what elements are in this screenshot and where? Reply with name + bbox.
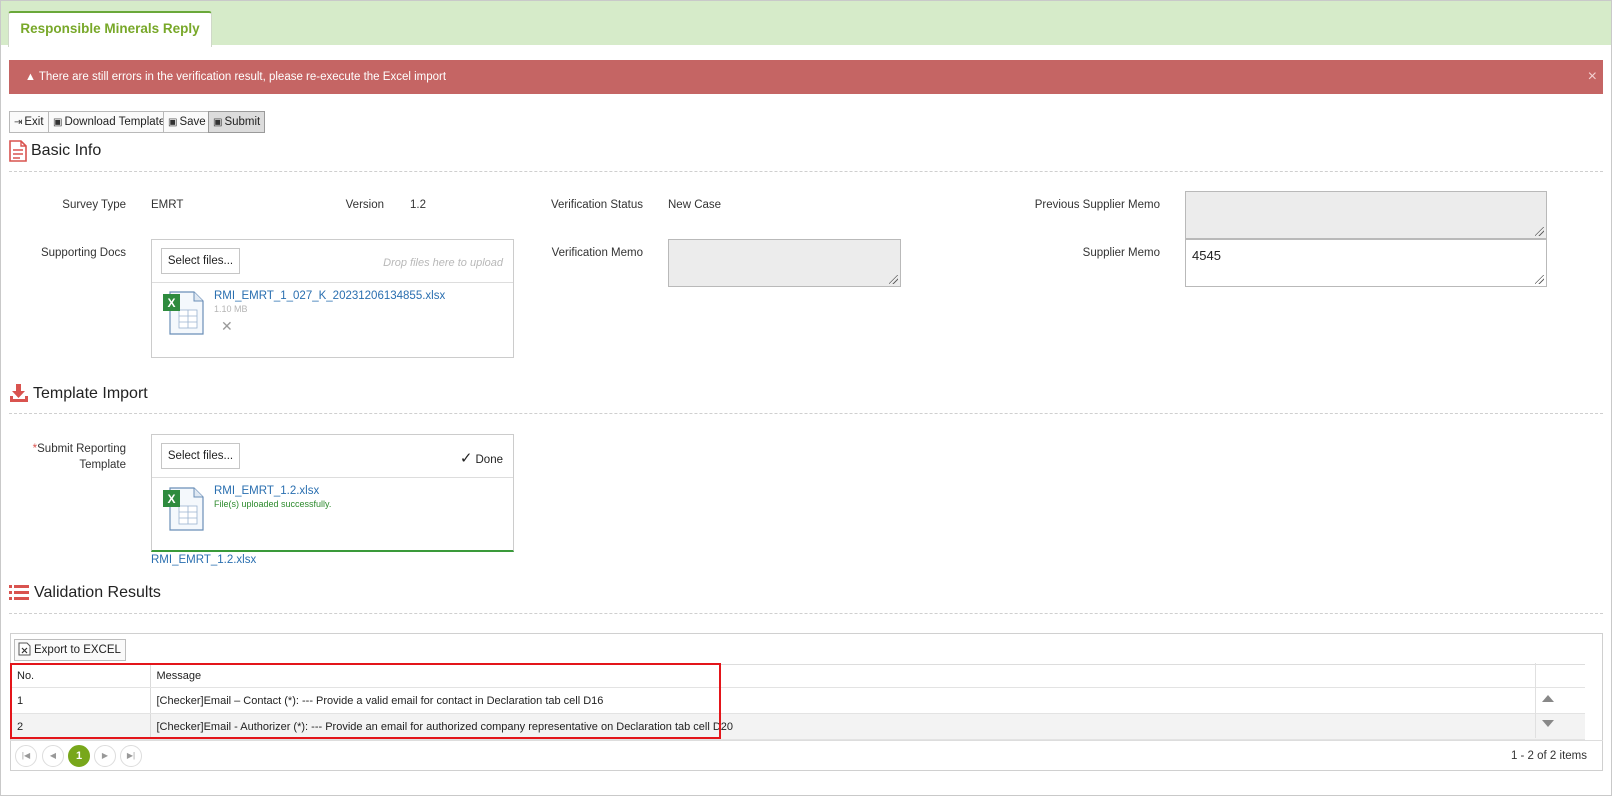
document-icon <box>9 140 27 162</box>
upload-header: Select files... Drop files here to uploa… <box>152 240 513 283</box>
verification-status-label: Verification Status <box>550 199 643 211</box>
upload-done-status: ✓ Done <box>460 449 503 467</box>
excel-file-icon: X <box>163 487 204 531</box>
submit-reporting-template-label: *Submit Reporting Template <box>20 441 126 473</box>
tab-responsible-minerals-reply[interactable]: Responsible Minerals Reply <box>8 11 212 47</box>
floppy-icon: ▣ <box>213 117 223 128</box>
submit-reporting-template-text: Submit Reporting Template <box>37 443 126 471</box>
scroll-down-icon[interactable] <box>1542 720 1554 727</box>
list-icon <box>9 585 29 600</box>
scroll-up-icon[interactable] <box>1542 695 1554 702</box>
supporting-docs-upload[interactable]: Select files... Drop files here to uploa… <box>151 239 514 358</box>
divider <box>9 613 1603 614</box>
basic-info-title: Basic Info <box>31 142 102 159</box>
supporting-docs-label: Supporting Docs <box>40 247 126 259</box>
checkmark-icon: ✓ <box>459 450 473 467</box>
upload-header: Select files... ✓ Done <box>152 435 513 478</box>
verification-memo-label: Verification Memo <box>551 247 643 259</box>
uploaded-template-link[interactable]: RMI_EMRT_1.2.xlsx <box>151 554 256 566</box>
floppy-icon: ▣ <box>168 117 178 128</box>
resize-grip-icon[interactable] <box>1535 275 1544 284</box>
survey-type-label: Survey Type <box>62 199 126 211</box>
supplier-memo-value: 4545 <box>1192 248 1221 263</box>
download-template-button[interactable]: ▣ Download Template <box>48 111 171 133</box>
validation-results-title: Validation Results <box>34 584 161 601</box>
select-files-button[interactable]: Select files... <box>161 443 240 469</box>
close-icon[interactable]: × <box>1588 60 1597 94</box>
divider <box>9 171 1603 172</box>
exit-button[interactable]: ⇥ Exit <box>9 111 49 133</box>
template-upload[interactable]: Select files... ✓ Done X RMI_EMRT_1.2.xls… <box>151 434 514 552</box>
version-value: 1.2 <box>410 199 426 211</box>
last-page-icon[interactable]: ▶| <box>120 745 142 767</box>
current-page-button[interactable]: 1 <box>68 745 90 767</box>
excel-export-icon <box>18 642 31 656</box>
resize-grip-icon[interactable] <box>1535 227 1544 236</box>
survey-type-value: EMRT <box>151 199 184 211</box>
alert-message: There are still errors in the verificati… <box>38 71 447 83</box>
export-to-excel-button[interactable]: Export to EXCEL <box>14 639 126 661</box>
svg-text:X: X <box>167 296 175 310</box>
supporting-file-link[interactable]: RMI_EMRT_1_027_K_20231206134855.xlsx <box>214 290 445 302</box>
previous-supplier-memo-label: Previous Supplier Memo <box>1034 199 1160 211</box>
divider <box>9 413 1603 414</box>
done-label: Done <box>475 454 504 466</box>
first-page-icon[interactable]: |◀ <box>15 745 37 767</box>
template-import-title: Template Import <box>33 385 148 402</box>
floppy-icon: ▣ <box>53 117 63 128</box>
exit-icon: ⇥ <box>14 117 23 128</box>
version-label: Version <box>345 199 384 211</box>
template-file-link[interactable]: RMI_EMRT_1.2.xlsx <box>214 485 319 497</box>
save-label: Save <box>179 116 206 128</box>
prev-page-icon[interactable]: ◀ <box>42 745 64 767</box>
exit-label: Exit <box>24 116 44 128</box>
tab-bar <box>1 1 1611 45</box>
verification-memo-field <box>668 239 901 287</box>
svg-text:X: X <box>167 492 175 506</box>
select-files-button[interactable]: Select files... <box>161 248 240 274</box>
drop-hint: Drop files here to upload <box>383 257 503 269</box>
remove-file-icon[interactable]: ✕ <box>221 318 233 335</box>
highlight-box <box>10 663 721 739</box>
download-icon <box>10 384 28 402</box>
error-alert: ▲ There are still errors in the verificat… <box>9 60 1603 94</box>
resize-grip-icon[interactable] <box>889 275 898 284</box>
warning-icon: ▲ <box>25 71 36 83</box>
pager: |◀ ◀ 1 ▶ ▶| 1 - 2 of 2 items <box>10 740 1603 770</box>
pager-info: 1 - 2 of 2 items <box>1510 750 1587 762</box>
export-label: Export to EXCEL <box>34 644 121 656</box>
submit-button[interactable]: ▣ Submit <box>208 111 266 133</box>
save-button[interactable]: ▣ Save <box>163 111 211 133</box>
supporting-file-size: 1.10 MB <box>214 304 248 314</box>
supplier-memo-label: Supplier Memo <box>1082 247 1160 259</box>
submit-label: Submit <box>224 116 261 128</box>
supplier-memo-field[interactable]: 4545 <box>1185 239 1547 287</box>
next-page-icon[interactable]: ▶ <box>94 745 116 767</box>
excel-file-icon: X <box>163 291 204 335</box>
upload-success-message: File(s) uploaded successfully. <box>214 499 332 509</box>
previous-supplier-memo-field <box>1185 191 1547 239</box>
verification-status-value: New Case <box>668 199 722 211</box>
download-template-label: Download Template <box>64 116 166 128</box>
